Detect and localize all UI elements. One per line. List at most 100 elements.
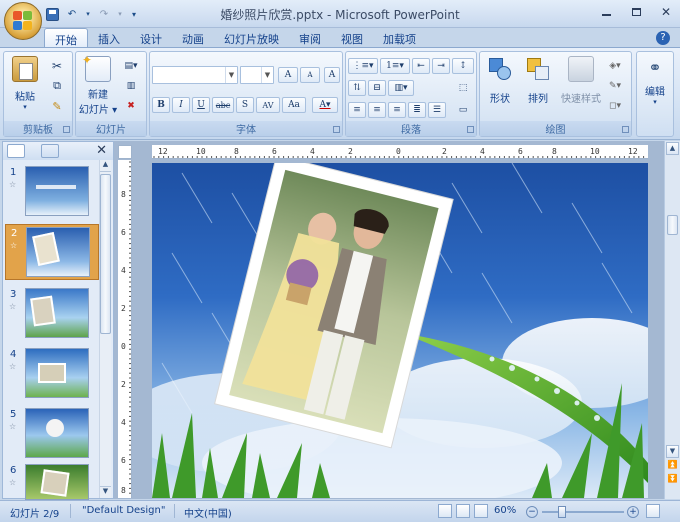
paragraph-group: ⋮≡▾ 1≡▾ ⇤ ⇥ ↕ ⇅ ⊟ ▥▾ ≡ ≡ ≡ ≣ ☰ ⬚ ▭ 段落	[345, 51, 477, 137]
shape-outline-icon[interactable]: ✎▾	[606, 78, 624, 94]
zoom-slider-thumb[interactable]	[558, 506, 566, 518]
decrease-indent-button[interactable]: ⇤	[412, 58, 430, 74]
zoom-slider-track[interactable]	[542, 511, 624, 513]
font-name-dropdown-icon[interactable]: ▼	[225, 67, 237, 83]
theme-name[interactable]: "Default Design"	[82, 505, 165, 516]
shape-effects-icon[interactable]: ◻▾	[606, 98, 624, 114]
slide-thumb-2[interactable]: 2 ☆	[5, 224, 99, 280]
tab-addins[interactable]: 加载项	[373, 28, 426, 48]
slides-tab-icon[interactable]	[7, 144, 25, 158]
font-size-combo[interactable]: ▼	[240, 66, 274, 84]
line-spacing-button[interactable]: ↕	[452, 58, 474, 74]
paragraph-launcher-icon[interactable]	[467, 126, 474, 133]
tab-design[interactable]: 设计	[130, 28, 172, 48]
smartart-icon[interactable]: ⬚	[454, 80, 472, 96]
bold-button[interactable]: B	[152, 97, 170, 113]
zoom-in-icon[interactable]: +	[627, 506, 639, 518]
cut-icon[interactable]: ✂	[48, 58, 66, 74]
format-painter-icon[interactable]: ✎	[48, 98, 66, 114]
delete-slide-icon[interactable]: ✖	[122, 98, 140, 114]
ruler-tick-label: 8	[552, 147, 557, 156]
align-text-button[interactable]: ⊟	[368, 80, 386, 96]
zoom-out-icon[interactable]: −	[526, 506, 538, 518]
next-slide-icon[interactable]: ⏬	[666, 473, 679, 486]
close-panel-icon[interactable]: ✕	[96, 143, 107, 158]
slide-sorter-icon[interactable]	[456, 504, 470, 518]
justify-button[interactable]: ≣	[408, 102, 426, 118]
shape-fill-icon[interactable]: ◈▾	[606, 58, 624, 74]
animation-star-icon: ☆	[9, 478, 17, 487]
grow-font-button[interactable]: A	[278, 67, 298, 83]
slide-thumb-4[interactable]: 4 ☆	[5, 346, 99, 402]
clear-format-button[interactable]: A	[324, 67, 340, 83]
italic-button[interactable]: I	[172, 97, 190, 113]
fit-to-window-icon[interactable]	[646, 504, 660, 518]
slide-thumb-number: 1	[10, 167, 17, 178]
tab-view[interactable]: 视图	[331, 28, 373, 48]
numbering-button[interactable]: 1≡▾	[380, 58, 410, 74]
font-launcher-icon[interactable]	[333, 126, 340, 133]
language-indicator[interactable]: 中文(中国)	[184, 505, 232, 520]
scroll-thumb[interactable]	[100, 174, 111, 334]
scroll-up-icon[interactable]: ▲	[100, 160, 111, 172]
scroll-down-icon[interactable]: ▼	[666, 445, 679, 458]
char-spacing-button[interactable]: AV	[256, 97, 280, 113]
font-size-dropdown-icon[interactable]: ▼	[261, 67, 273, 83]
font-name-combo[interactable]: ▼	[152, 66, 238, 84]
align-left-button[interactable]: ≡	[348, 102, 366, 118]
paste-button[interactable]: 粘贴 ▾	[8, 56, 42, 111]
slides-panel-scrollbar[interactable]: ▲ ▼	[99, 160, 111, 498]
zoom-level[interactable]: 60%	[494, 505, 516, 516]
align-right-button[interactable]: ≡	[388, 102, 406, 118]
clipboard-launcher-icon[interactable]	[63, 126, 70, 133]
layout-icon[interactable]: ▤▾	[122, 58, 140, 74]
shrink-font-button[interactable]: A	[300, 67, 320, 83]
slide-thumb-3[interactable]: 3 ☆	[5, 286, 99, 342]
ruler-tick-label: 8	[121, 190, 126, 199]
strikethrough-button[interactable]: abc	[212, 97, 234, 113]
previous-slide-icon[interactable]: ⏫	[666, 459, 679, 472]
increase-indent-button[interactable]: ⇥	[432, 58, 450, 74]
vertical-scrollbar[interactable]: ▲ ▼ ⏫ ⏬	[664, 141, 680, 499]
office-button[interactable]	[4, 2, 42, 40]
tab-home[interactable]: 开始	[44, 28, 88, 48]
bullets-button[interactable]: ⋮≡▾	[348, 58, 378, 74]
drawing-launcher-icon[interactable]	[622, 126, 629, 133]
editing-button[interactable]: ⚭ 编辑 ▾	[639, 58, 671, 106]
shadow-button[interactable]: S	[236, 97, 254, 113]
normal-view-icon[interactable]	[438, 504, 452, 518]
convert-smartart-icon[interactable]: ▭	[454, 102, 472, 118]
reset-icon[interactable]: ▥	[122, 78, 140, 94]
slide-thumb-5[interactable]: 5 ☆	[5, 406, 99, 462]
close-button[interactable]: ✕	[658, 4, 674, 20]
outline-tab-icon[interactable]	[41, 144, 59, 158]
distributed-button[interactable]: ☰	[428, 102, 446, 118]
tab-animations[interactable]: 动画	[172, 28, 214, 48]
slide-thumb-1[interactable]: 1 ☆	[5, 164, 99, 220]
slideshow-view-icon[interactable]	[474, 504, 488, 518]
horizontal-ruler[interactable]: 12 10 8 6 4 2 0 2 4 6 8 10 12	[152, 145, 648, 159]
scroll-up-icon[interactable]: ▲	[666, 142, 679, 155]
scroll-thumb[interactable]	[667, 215, 678, 235]
new-slide-button[interactable]: ✦ 新建 幻灯片 ▾	[78, 53, 118, 116]
shapes-button[interactable]: 形状	[482, 56, 518, 105]
minimize-button[interactable]	[598, 4, 614, 20]
arrange-button[interactable]: 排列	[520, 56, 556, 105]
text-direction-button[interactable]: ⇅	[348, 80, 366, 96]
columns-button[interactable]: ▥▾	[388, 80, 414, 96]
restore-button[interactable]	[628, 4, 644, 20]
vertical-ruler[interactable]: 8 6 4 2 0 2 4 6 8	[118, 160, 132, 498]
change-case-button[interactable]: Aa	[282, 97, 306, 113]
ruler-tick-label: 4	[121, 266, 126, 275]
copy-icon[interactable]: ⧉	[48, 78, 66, 94]
scroll-down-icon[interactable]: ▼	[100, 486, 111, 498]
tab-review[interactable]: 审阅	[289, 28, 331, 48]
tab-insert[interactable]: 插入	[88, 28, 130, 48]
underline-button[interactable]: U	[192, 97, 210, 113]
tab-slideshow[interactable]: 幻灯片放映	[214, 28, 289, 48]
font-color-button[interactable]: A▾	[312, 97, 338, 113]
quick-styles-button[interactable]: 快速样式	[558, 56, 604, 105]
slide-canvas[interactable]	[152, 163, 648, 498]
help-icon[interactable]: ?	[656, 31, 670, 45]
align-center-button[interactable]: ≡	[368, 102, 386, 118]
